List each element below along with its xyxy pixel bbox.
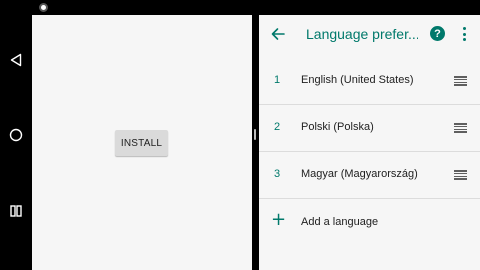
row-divider [259,198,480,199]
nav-back-button[interactable] [0,48,31,72]
nav-home-button[interactable] [0,123,31,147]
home-circle-icon [9,128,22,142]
split-screen-divider[interactable] [252,15,259,270]
language-name: Polski (Polska) [301,121,374,133]
back-arrow-icon[interactable] [269,25,287,43]
install-button[interactable]: INSTALL [115,130,168,156]
drag-handle-icon[interactable] [454,76,467,86]
language-settings-pane: Language prefer... ? 1 English (United S… [259,15,480,270]
help-icon[interactable]: ? [430,26,445,41]
language-name: Magyar (Magyarország) [301,168,418,180]
add-language-button[interactable]: + Add a language [259,200,480,246]
add-plus-icon: + [271,209,287,230]
page-title: Language prefer... [306,26,418,42]
nav-recents-button[interactable] [0,199,31,223]
add-language-label: Add a language [301,216,379,228]
language-number: 3 [274,168,281,180]
left-app-pane: INSTALL [32,15,252,270]
drag-handle-icon[interactable] [454,170,467,180]
language-row-1[interactable]: 1 English (United States) [259,58,480,105]
language-row-2[interactable]: 2 Polski (Polska) [259,105,480,152]
language-number: 2 [274,121,281,133]
language-number: 1 [274,74,281,86]
navigation-bar [0,15,31,270]
recents-square-icon [9,205,22,217]
drag-handle-icon[interactable] [454,123,467,133]
language-row-3[interactable]: 3 Magyar (Magyarország) [259,152,480,199]
language-name: English (United States) [301,74,414,86]
app-bar: Language prefer... ? [259,15,480,55]
divider-handle-icon[interactable] [254,129,256,140]
more-options-icon[interactable] [461,26,467,42]
status-indicator-icon [39,3,48,12]
status-bar [0,0,480,15]
back-triangle-icon [10,53,21,67]
